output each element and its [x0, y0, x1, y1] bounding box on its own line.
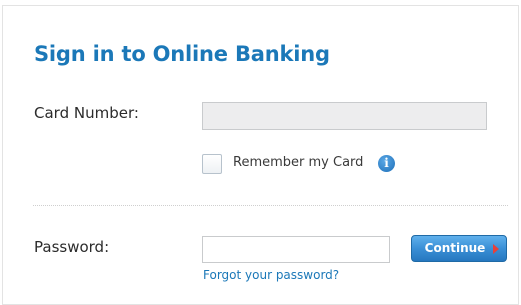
continue-button[interactable]: Continue — [411, 235, 507, 262]
remember-card-checkbox[interactable] — [202, 154, 222, 174]
divider — [33, 205, 508, 206]
card-number-label: Card Number: — [34, 104, 139, 122]
card-number-input[interactable] — [202, 102, 487, 130]
continue-button-label: Continue — [424, 241, 486, 255]
remember-card-label[interactable]: Remember my Card — [233, 155, 363, 170]
info-icon[interactable]: i — [378, 155, 395, 172]
arrow-right-icon — [493, 244, 499, 254]
page-title: Sign in to Online Banking — [34, 42, 330, 66]
forgot-password-link[interactable]: Forgot your password? — [203, 268, 339, 282]
password-input[interactable] — [202, 236, 390, 263]
password-label: Password: — [34, 238, 110, 256]
login-panel: Sign in to Online Banking Card Number: R… — [2, 5, 519, 305]
